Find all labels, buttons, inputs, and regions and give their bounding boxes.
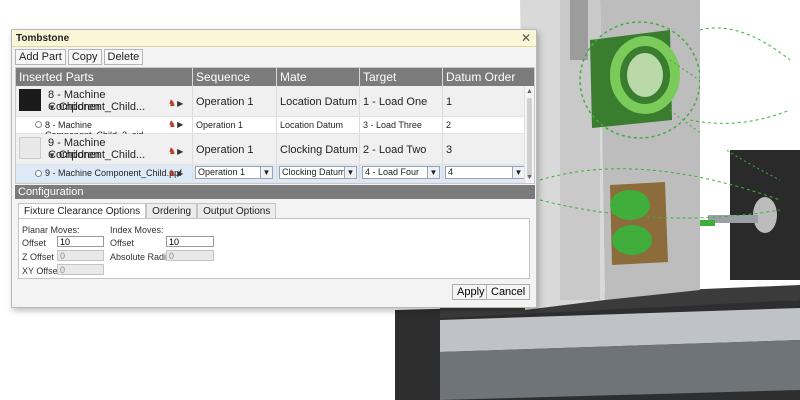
planar-moves-label: Planar Moves: <box>22 225 80 235</box>
apply-button[interactable]: Apply <box>452 284 490 300</box>
part-thumbnail-icon <box>19 137 41 159</box>
header-sequence[interactable]: Sequence <box>193 68 277 86</box>
scroll-down-icon[interactable]: ▼ <box>526 174 533 181</box>
mate-value: Location Datum <box>280 120 344 130</box>
fixture-clearance-panel: Planar Moves: Offset Z Offset XY Offset … <box>18 218 530 279</box>
scroll-up-icon[interactable]: ▲ <box>526 88 533 95</box>
chevron-down-icon[interactable]: ▼ <box>512 167 524 178</box>
configuration-header: Configuration <box>15 185 535 199</box>
configuration-tabs: Fixture Clearance Options Ordering Outpu… <box>18 203 277 219</box>
mate-tool-icon[interactable]: ♞▶ <box>168 146 183 157</box>
sequence-value: Operation 1 <box>196 144 254 156</box>
table-row[interactable]: 9 - Machine Component_Child... ▼ Children… <box>16 134 526 165</box>
target-value: 1 - Load One <box>363 96 428 108</box>
index-offset-input[interactable] <box>166 236 214 247</box>
sequence-select[interactable]: Operation 1 ▼ <box>195 166 273 179</box>
chevron-down-icon: ▼ <box>48 103 56 112</box>
mate-select[interactable]: Clocking Datum ▼ <box>279 166 357 179</box>
children-toggle[interactable]: ▼ Children <box>48 101 100 113</box>
planar-offset-label: Offset <box>22 238 46 248</box>
sequence-value: Operation 1 <box>196 96 254 108</box>
part-thumbnail-icon <box>19 89 41 111</box>
chevron-down-icon[interactable]: ▼ <box>427 167 439 178</box>
target-value: 2 - Load Two <box>363 144 427 156</box>
datum-order-value: 2 <box>446 120 452 130</box>
mate-value: Clocking Datum <box>280 144 358 156</box>
dialog-title-bar[interactable]: Tombstone ✕ <box>12 30 536 47</box>
header-mate[interactable]: Mate <box>277 68 360 86</box>
table-row-selected[interactable]: 9 - Machine Component_Child.ppf ♞▶ Opera… <box>16 165 526 183</box>
tab-fixture-clearance-options[interactable]: Fixture Clearance Options <box>18 203 147 219</box>
index-offset-label: Offset <box>110 238 134 248</box>
mate-tool-icon[interactable]: ♞▶ <box>168 98 183 109</box>
close-icon[interactable]: ✕ <box>521 31 531 45</box>
copy-button[interactable]: Copy <box>67 49 102 65</box>
absolute-radius-input[interactable] <box>166 250 214 261</box>
mate-tool-icon[interactable]: ♞▶ <box>168 168 183 179</box>
planar-offset-input[interactable] <box>57 236 104 247</box>
header-inserted-parts[interactable]: Inserted Parts <box>16 68 193 86</box>
z-offset-input[interactable] <box>57 250 104 261</box>
children-toggle[interactable]: ▼ Children <box>48 149 100 161</box>
row-radio[interactable] <box>35 121 42 128</box>
delete-button[interactable]: Delete <box>103 49 144 65</box>
grid-header: Inserted Parts Sequence Mate Target Datu… <box>16 68 534 86</box>
add-part-button[interactable]: Add Part <box>15 49 66 65</box>
cancel-button[interactable]: Cancel <box>486 284 531 300</box>
target-value: 3 - Load Three <box>363 120 422 130</box>
sequence-value: Operation 1 <box>196 120 244 130</box>
datum-order-select[interactable]: 4 ▼ <box>445 166 525 179</box>
header-datum-order[interactable]: Datum Order <box>443 68 534 86</box>
datum-order-value: 3 <box>446 144 453 156</box>
chevron-down-icon[interactable]: ▼ <box>260 167 272 178</box>
tab-ordering[interactable]: Ordering <box>146 203 198 219</box>
inserted-parts-grid: Inserted Parts Sequence Mate Target Datu… <box>15 67 535 184</box>
toolbar: Add Part Copy Delete <box>15 49 144 66</box>
mate-tool-icon[interactable]: ♞▶ <box>168 119 183 130</box>
chevron-down-icon[interactable]: ▼ <box>344 167 356 178</box>
grid-scrollbar[interactable]: ▲ ▼ <box>524 86 534 183</box>
chevron-down-icon: ▼ <box>48 151 56 160</box>
z-offset-label: Z Offset <box>22 252 54 262</box>
index-moves-label: Index Moves: <box>110 225 164 235</box>
row-radio[interactable] <box>35 170 42 177</box>
mate-value: Location Datum <box>280 96 358 108</box>
tab-output-options[interactable]: Output Options <box>197 203 277 219</box>
xy-offset-label: XY Offset <box>22 266 61 276</box>
target-select[interactable]: 4 - Load Four ▼ <box>362 166 440 179</box>
dialog-title: Tombstone <box>16 33 70 44</box>
part-name: 9 - Machine Component_Child.ppf <box>45 168 182 178</box>
header-target[interactable]: Target <box>360 68 443 86</box>
scroll-thumb[interactable] <box>527 98 532 178</box>
xy-offset-input[interactable] <box>57 264 104 275</box>
table-row[interactable]: 8 - Machine Component_Child... ▼ Children… <box>16 86 526 117</box>
table-row[interactable]: 8 - Machine Component_Child_3_sid... ♞▶ … <box>16 117 526 140</box>
datum-order-value: 1 <box>446 96 453 108</box>
tombstone-dialog: Tombstone ✕ Add Part Copy Delete Inserte… <box>11 29 537 308</box>
